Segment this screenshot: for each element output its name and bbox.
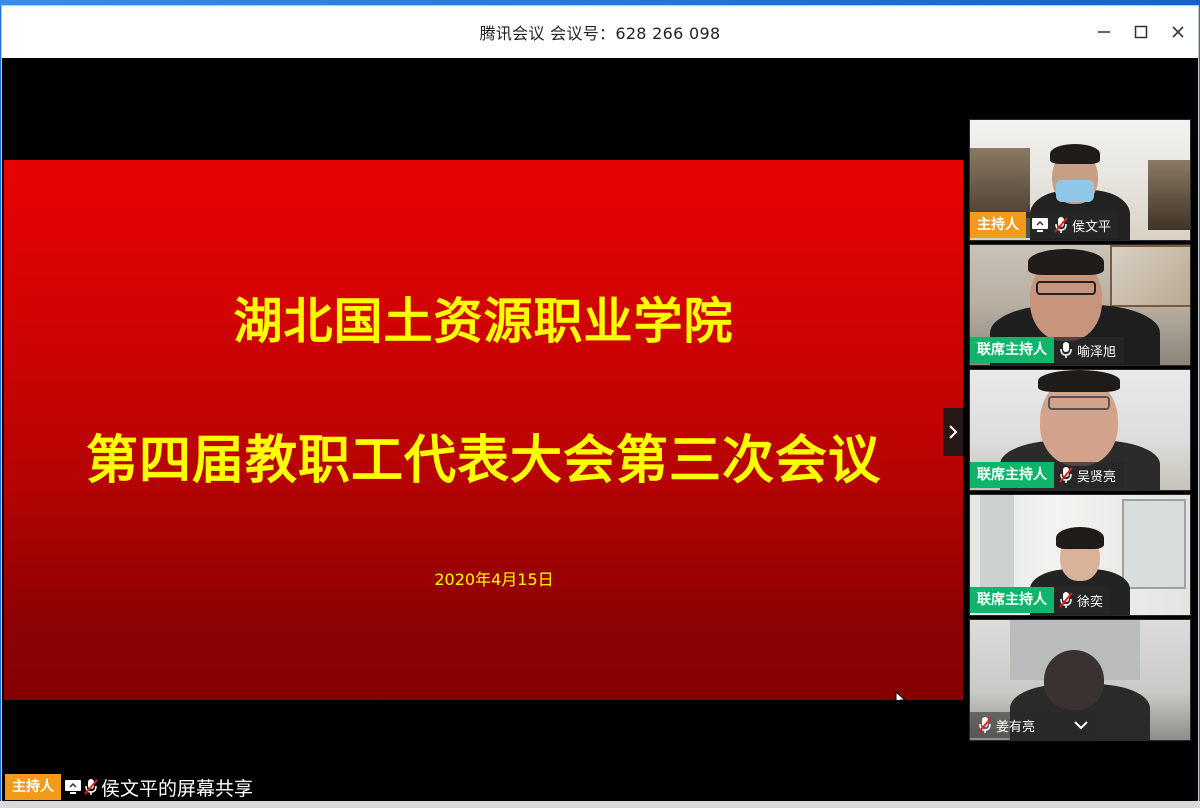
cabinet — [1122, 499, 1186, 589]
meeting-content: 湖北国土资源职业学院 第四届教职工代表大会第三次会议 2020年4月15日 主持… — [2, 58, 1198, 802]
mic-muted-icon — [84, 778, 98, 796]
cohost-badge: 联席主持人 — [970, 462, 1054, 488]
host-badge: 主持人 — [5, 774, 61, 800]
minimize-button[interactable] — [1086, 6, 1122, 58]
screen-share-icon — [1031, 217, 1049, 233]
slide-title-line1: 湖北国土资源职业学院 — [233, 293, 734, 350]
desktop-taskbar — [0, 801, 1200, 808]
participant-label: 联席主持人 吴贤亮 — [970, 462, 1125, 488]
person-hair — [1038, 370, 1120, 392]
mouse-cursor-icon — [895, 691, 906, 700]
next-page-button[interactable] — [943, 408, 963, 456]
wall-map — [1110, 245, 1190, 307]
title-bar: 腾讯会议 会议号：628 266 098 — [2, 6, 1198, 58]
chevron-right-icon — [949, 425, 958, 439]
screen-share-icon — [64, 779, 82, 795]
video-tile-4[interactable]: 联席主持人 徐奕 — [969, 494, 1191, 616]
close-icon — [1172, 26, 1184, 38]
chevron-down-icon — [1074, 721, 1088, 730]
participant-name: 喻泽旭 — [1077, 344, 1117, 360]
face-mask — [1056, 180, 1094, 202]
video-tile-2[interactable]: 联席主持人 喻泽旭 — [969, 244, 1191, 366]
person-hair — [1056, 527, 1104, 549]
participant-label: 主持人 侯文平 — [970, 212, 1120, 238]
mic-muted-icon — [978, 716, 992, 734]
participant-label: 联席主持人 徐奕 — [970, 587, 1112, 613]
glasses — [1036, 281, 1096, 295]
bookshelf — [970, 148, 1030, 218]
participant-video-list: 主持人 侯文平 联席主持人 喻泽旭 联席主持人 吴贤亮 联席主持人 徐奕 姜有亮 — [969, 119, 1191, 745]
participant-name: 吴贤亮 — [1077, 469, 1117, 485]
video-tile-1[interactable]: 主持人 侯文平 — [969, 119, 1191, 241]
person-hair — [1028, 249, 1104, 275]
person-head — [1044, 650, 1104, 710]
close-button[interactable] — [1160, 6, 1196, 58]
cohost-badge: 联席主持人 — [970, 587, 1054, 613]
video-tile-5[interactable]: 姜有亮 — [969, 619, 1191, 741]
participant-label: 姜有亮 — [970, 712, 1098, 738]
mic-muted-icon — [1054, 216, 1068, 234]
cohost-badge: 联席主持人 — [970, 337, 1054, 363]
host-badge: 主持人 — [970, 212, 1026, 238]
window-title: 腾讯会议 会议号：628 266 098 — [479, 24, 721, 43]
mic-muted-icon — [1059, 591, 1073, 609]
video-tile-3[interactable]: 联席主持人 吴贤亮 — [969, 369, 1191, 491]
glasses — [1048, 396, 1110, 410]
screen-share-label: 侯文平的屏幕共享 — [101, 777, 254, 800]
window-frame — [980, 495, 1014, 595]
share-status-bar: 主持人 侯文平的屏幕共享 — [5, 774, 253, 800]
more-participants-button[interactable] — [1073, 720, 1089, 730]
slide-title-line2: 第四届教职工代表大会第三次会议 — [85, 431, 881, 491]
mic-icon — [1059, 341, 1073, 359]
bookshelf — [1148, 160, 1190, 230]
person-hair — [1050, 144, 1100, 164]
participant-name: 姜有亮 — [996, 719, 1036, 735]
maximize-button[interactable] — [1123, 6, 1159, 58]
slide-date: 2020年4月15日 — [434, 570, 554, 589]
participant-label: 联席主持人 喻泽旭 — [970, 337, 1125, 363]
shared-slide: 湖北国土资源职业学院 第四届教职工代表大会第三次会议 2020年4月15日 — [4, 160, 963, 700]
minimize-icon — [1098, 31, 1110, 33]
meeting-window: 腾讯会议 会议号：628 266 098 湖北国土资源职业学院 第四届教职工代表… — [1, 5, 1199, 803]
maximize-icon — [1134, 25, 1148, 39]
participant-name: 徐奕 — [1077, 594, 1104, 610]
participant-name: 侯文平 — [1072, 219, 1112, 235]
mic-muted-icon — [1059, 466, 1073, 484]
